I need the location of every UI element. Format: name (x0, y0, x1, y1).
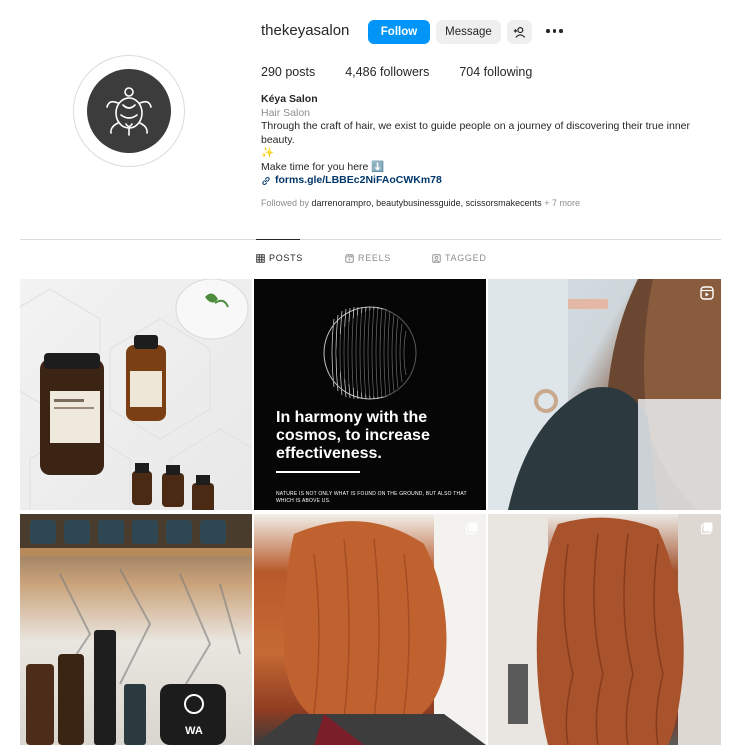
post-copper-bob[interactable] (254, 514, 486, 745)
tab-reels[interactable]: REELS (345, 253, 391, 263)
profile-tabs: POSTS REELS TAGGED (0, 253, 743, 267)
post-cosmos-quote[interactable]: In harmony with the cosmos, to increase … (254, 279, 486, 510)
bottle-brand-text: WA (185, 725, 203, 737)
add-user-icon (513, 26, 526, 38)
avatar[interactable] (87, 69, 171, 153)
more-options-icon[interactable] (546, 24, 564, 38)
reels-icon (345, 253, 354, 263)
post-product-bottles[interactable] (20, 279, 252, 510)
reel-badge-icon (700, 286, 714, 300)
follow-button[interactable]: Follow (368, 20, 430, 44)
profile-stats: 290 posts 4,486 followers 704 following (261, 65, 562, 79)
post-copper-waves[interactable] (488, 514, 721, 745)
followers-count[interactable]: 4,486 followers (345, 65, 429, 79)
bio-sparkle: ✨ (261, 147, 275, 159)
bio-name: Kéya Salon (261, 93, 318, 105)
moon-graphic (323, 306, 424, 400)
product-bottles-image (20, 279, 252, 510)
bio-category: Hair Salon (261, 106, 311, 119)
following-count[interactable]: 704 following (459, 65, 532, 79)
post-headline: In harmony with the cosmos, to increase … (276, 409, 430, 462)
retail-shelf-image: WA (20, 514, 252, 745)
hair-treatment-image (488, 279, 721, 510)
tab-tagged[interactable]: TAGGED (432, 253, 487, 263)
tab-posts[interactable]: POSTS (256, 253, 303, 263)
message-button[interactable]: Message (436, 20, 501, 44)
posts-count[interactable]: 290 posts (261, 65, 315, 79)
bio-cta: Make time for you here ⬇️ (261, 160, 385, 173)
section-divider (20, 239, 721, 240)
post-hair-treatment[interactable] (488, 279, 721, 510)
carousel-badge-icon (465, 522, 478, 535)
active-tab-indicator (256, 239, 300, 240)
profile-bio: Kéya Salon Hair Salon Through the craft … (261, 93, 711, 188)
headline-rule (276, 471, 360, 473)
grid-icon (256, 253, 265, 263)
copper-waves-image (488, 514, 721, 745)
followed-by[interactable]: Followed by darrenorampro, beautybusines… (261, 198, 580, 208)
profile-avatar-ring[interactable] (73, 55, 185, 167)
copper-bob-image (254, 514, 486, 745)
carousel-badge-icon (700, 522, 713, 535)
post-retail-shelf[interactable]: WA (20, 514, 252, 745)
bio-link[interactable]: forms.gle/LBBEc2NiFAoCWKm78 (261, 174, 711, 188)
turtle-logo-icon (106, 87, 152, 136)
add-user-button[interactable] (507, 20, 532, 44)
link-icon (262, 176, 270, 185)
post-footnote: NATURE IS NOT ONLY WHAT IS FOUND ON THE … (276, 491, 467, 504)
bio-text: Through the craft of hair, we exist to g… (261, 120, 691, 146)
tagged-icon (432, 253, 441, 263)
profile-username: thekeyasalon (261, 22, 350, 39)
